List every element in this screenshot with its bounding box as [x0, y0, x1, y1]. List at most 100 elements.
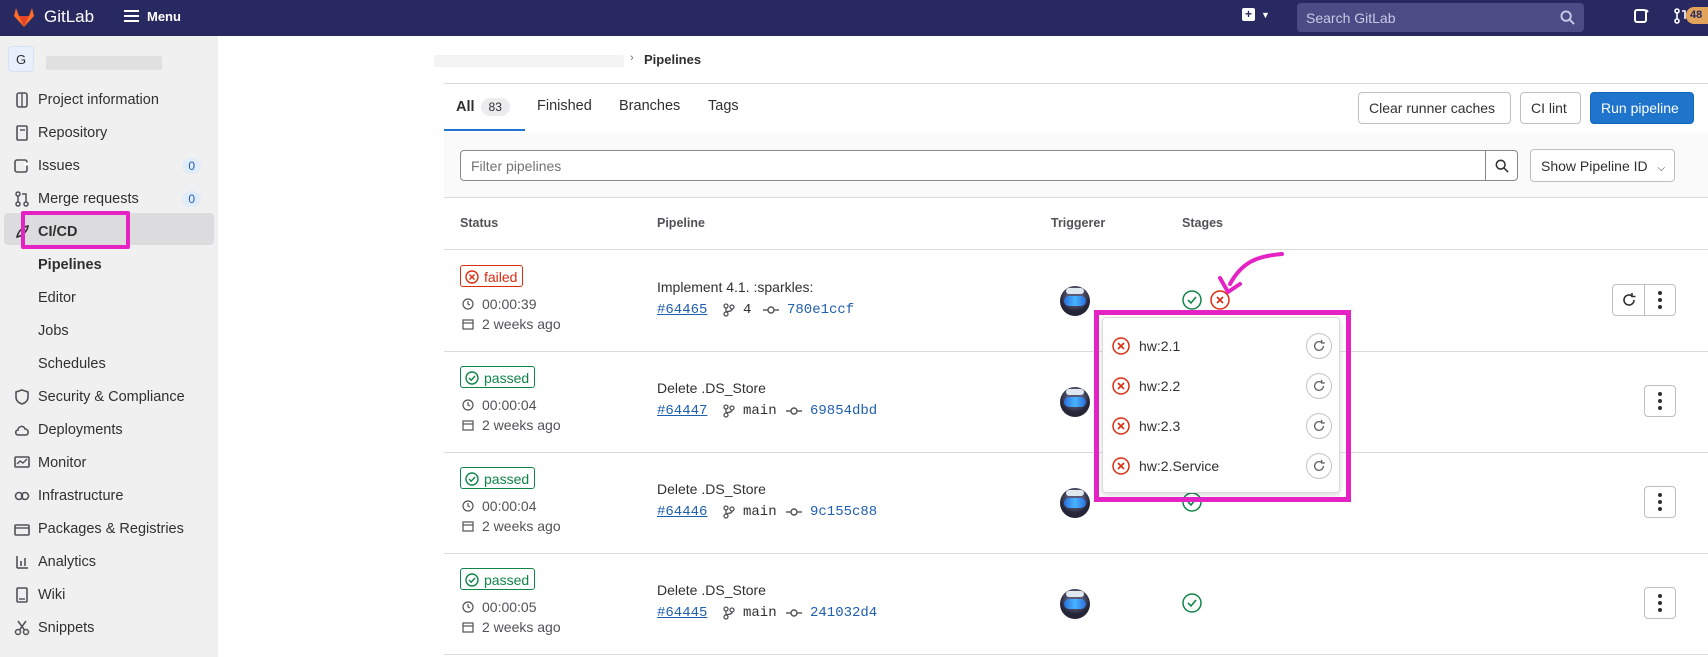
duration-text: 00:00:04 [482, 397, 537, 413]
status-badge[interactable]: passed [460, 366, 536, 388]
menu-label: Menu [147, 8, 181, 24]
duration: 00:00:39 [462, 296, 537, 312]
sidebar-item-repository[interactable]: Repository [0, 116, 218, 149]
pipeline-id-link[interactable]: #64465 [657, 302, 707, 318]
sidebar-item-label: Packages & Registries [38, 520, 184, 537]
finished-text: 2 weeks ago [482, 619, 561, 635]
finished-time: 2 weeks ago [462, 619, 561, 635]
search-input[interactable]: Search GitLab [1297, 3, 1584, 32]
clock-icon [462, 500, 474, 512]
project-name-redacted[interactable] [46, 56, 162, 70]
pipeline-commit-title[interactable]: Delete .DS_Store [657, 481, 766, 497]
duration-text: 00:00:04 [482, 498, 537, 514]
pipeline-commit-sha[interactable]: 241032d4 [786, 605, 877, 621]
duration: 00:00:04 [462, 397, 537, 413]
pipeline-commit-title[interactable]: Delete .DS_Store [657, 380, 766, 396]
gitlab-logo[interactable]: GitLab [12, 6, 94, 28]
run-pipeline-button[interactable]: Run pipeline [1590, 92, 1694, 124]
status-badge[interactable]: failed [460, 265, 524, 287]
new-dropdown-button[interactable]: + ▼ [1242, 8, 1270, 21]
status-text: failed [484, 269, 518, 285]
more-actions-button[interactable] [1644, 486, 1676, 518]
clock-icon [462, 399, 474, 411]
sidebar-item-schedules[interactable]: Schedules [0, 347, 218, 380]
breadcrumb-project-redacted[interactable] [434, 55, 624, 67]
book-icon [14, 124, 30, 141]
triggerer-avatar[interactable] [1060, 387, 1090, 417]
show-pipeline-id-dropdown[interactable]: Show Pipeline ID ⌵ [1530, 149, 1675, 182]
more-actions-button[interactable] [1644, 385, 1676, 417]
finished-text: 2 weeks ago [482, 518, 561, 534]
finished-time: 2 weeks ago [462, 417, 561, 433]
filter-pipelines-input[interactable]: Filter pipelines [460, 150, 1486, 181]
sidebar-item-label: Issues [38, 157, 80, 174]
sidebar-item-issues[interactable]: Issues 0 [0, 149, 218, 182]
status-badge[interactable]: passed [460, 568, 536, 590]
sidebar-item-project-information[interactable]: Project information [0, 83, 218, 116]
pipeline-ref[interactable]: main [723, 403, 777, 419]
more-actions-button[interactable] [1644, 587, 1676, 619]
pipeline-id-link[interactable]: #64445 [657, 605, 707, 621]
wiki-icon [14, 586, 30, 603]
sidebar-item-security-compliance[interactable]: Security & Compliance [0, 380, 218, 413]
shield-icon [14, 388, 30, 405]
pipeline-commit-sha[interactable]: 780e1ccf [763, 302, 854, 318]
clock-icon [462, 298, 474, 310]
ci-lint-button[interactable]: CI lint [1520, 92, 1581, 124]
status-badge[interactable]: passed [460, 467, 536, 489]
retry-pipeline-button[interactable] [1612, 284, 1645, 316]
triggerer-avatar[interactable] [1060, 589, 1090, 619]
sidebar-item-analytics[interactable]: Analytics [0, 545, 218, 578]
triggerer-avatar[interactable] [1060, 286, 1090, 316]
sidebar-item-wiki[interactable]: Wiki [0, 578, 218, 611]
pipeline-ref[interactable]: main [723, 504, 777, 520]
pipeline-id-link[interactable]: #64446 [657, 504, 707, 520]
filter-search-button[interactable] [1485, 150, 1518, 181]
menu-button[interactable]: Menu [124, 7, 181, 25]
pipeline-commit-title[interactable]: Implement 4.1. :sparkles: [657, 279, 813, 295]
divider [444, 553, 1708, 554]
pipeline-commit-sha[interactable]: 9c155c88 [786, 504, 877, 520]
tab-branches[interactable]: Branches [619, 98, 680, 114]
sidebar-item-jobs[interactable]: Jobs [0, 314, 218, 347]
search-placeholder: Search GitLab [1306, 10, 1396, 26]
project-avatar[interactable]: G [8, 46, 34, 72]
top-navbar: GitLab Menu + ▼ Search GitLab 48 [0, 0, 1708, 36]
finished-text: 2 weeks ago [482, 417, 561, 433]
todo-count-badge[interactable]: 48 [1686, 7, 1708, 24]
sidebar-item-deployments[interactable]: Deployments [0, 413, 218, 446]
sidebar-item-snippets[interactable]: Snippets [0, 611, 218, 644]
status-passed-icon [465, 472, 479, 486]
tab-finished[interactable]: Finished [537, 98, 592, 114]
cloud-icon [14, 422, 30, 438]
triggerer-avatar[interactable] [1060, 488, 1090, 518]
more-actions-button[interactable] [1644, 284, 1676, 316]
pipeline-id-link[interactable]: #64447 [657, 403, 707, 419]
chart-icon [14, 554, 30, 570]
stage-passed-icon[interactable] [1182, 593, 1202, 613]
tab-label: Tags [708, 98, 739, 114]
sidebar-item-packages-registries[interactable]: Packages & Registries [0, 512, 218, 545]
pipeline-commit-sha[interactable]: 69854dbd [786, 403, 877, 419]
column-header-triggerer: Triggerer [1051, 216, 1106, 230]
pipeline-ref[interactable]: main [723, 605, 777, 621]
tab-all[interactable]: All 83 [456, 98, 510, 116]
calendar-icon [462, 521, 474, 532]
tab-tags[interactable]: Tags [708, 98, 739, 114]
clear-runner-caches-button[interactable]: Clear runner caches [1358, 92, 1511, 124]
ref-name: main [743, 504, 777, 520]
status-passed-icon [465, 371, 479, 385]
pipeline-ref[interactable]: 4 [723, 302, 751, 318]
sidebar-item-editor[interactable]: Editor [0, 281, 218, 314]
pipeline-commit-title[interactable]: Delete .DS_Store [657, 582, 766, 598]
divider [444, 83, 1708, 84]
sidebar-item-infrastructure[interactable]: Infrastructure [0, 479, 218, 512]
breadcrumb-current: Pipelines [644, 52, 702, 67]
brand-name: GitLab [44, 7, 95, 26]
status-text: passed [484, 471, 530, 487]
sidebar-item-pipelines[interactable]: Pipelines [0, 248, 218, 281]
sidebar-item-monitor[interactable]: Monitor [0, 446, 218, 479]
issues-todo-icon[interactable] [1633, 8, 1649, 24]
divider [444, 249, 1708, 250]
stage-passed-icon[interactable] [1182, 290, 1202, 310]
